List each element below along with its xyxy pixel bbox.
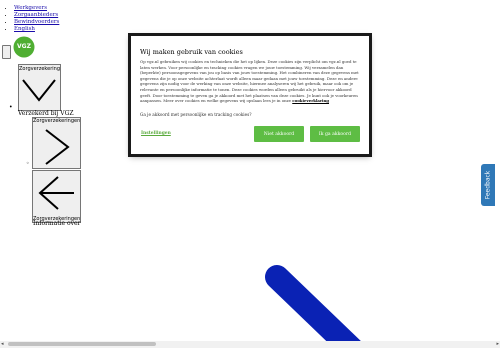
chevron-down-icon: [22, 79, 56, 102]
logo-text: VGZ: [17, 43, 31, 50]
cookie-optional-question: Ga je akkoord met persoonlijke en tracki…: [140, 112, 252, 117]
top-nav-links: Werkgevers Zorgaanbieders Bewindvoerders…: [4, 5, 59, 33]
cookieverklaring-link[interactable]: cookieverklaring: [292, 98, 329, 103]
cookie-consent-dialog: Wij maken gebruik van cookies Op vgz.nl …: [130, 35, 370, 155]
list-bullet: •: [9, 104, 13, 111]
niet-akkoord-button[interactable]: Niet akkoord: [254, 126, 304, 142]
link-zorgaanbieders[interactable]: Zorgaanbieders: [14, 12, 58, 18]
horizontal-scrollbar[interactable]: ◂ ▸: [0, 341, 500, 348]
list-bullet: ◦: [26, 160, 30, 167]
link-werkgevers[interactable]: Werkgevers: [14, 5, 47, 11]
scrollbar-thumb[interactable]: [8, 342, 156, 346]
scroll-right-icon[interactable]: ▸: [496, 341, 499, 347]
verzekerd-bij-vgz-text: Verzekerd bij VGZ: [18, 110, 74, 117]
zorgverzekeringen-next-button[interactable]: Zorgverzekeringen: [32, 117, 81, 169]
cookie-dialog-title: Wij maken gebruik van cookies: [140, 48, 243, 56]
zorgverzekering-dropdown-button[interactable]: Zorgverzekering: [18, 64, 61, 111]
link-english[interactable]: English: [14, 26, 35, 32]
scroll-left-icon[interactable]: ◂: [1, 341, 4, 347]
zorgverzekeringen-label: Zorgverzekeringen: [33, 118, 81, 124]
cookie-body-text: Op vgz.nl gebruiken wij cookies en techn…: [140, 59, 359, 104]
informatie-over-text: Informatie over: [33, 220, 81, 227]
arrow-left-icon: [38, 176, 74, 210]
feedback-tab[interactable]: Feedback: [481, 164, 495, 206]
chevron-right-icon: [45, 129, 70, 165]
link-bewindvoerders[interactable]: Bewindvoerders: [14, 19, 59, 25]
vgz-logo[interactable]: VGZ: [13, 36, 35, 58]
zorgverzekering-label: Zorgverzekering: [19, 66, 60, 72]
zorgverzekeringen-back-button[interactable]: Zorgverzekeringen: [32, 170, 81, 223]
cookie-dialog-body: Op vgz.nl gebruiken wij cookies en techn…: [140, 59, 360, 104]
akkoord-button[interactable]: Ik ga akkoord: [310, 126, 360, 142]
instellingen-link[interactable]: Instellingen: [141, 131, 171, 136]
feedback-label: Feedback: [484, 170, 492, 200]
menu-button[interactable]: [2, 45, 11, 59]
